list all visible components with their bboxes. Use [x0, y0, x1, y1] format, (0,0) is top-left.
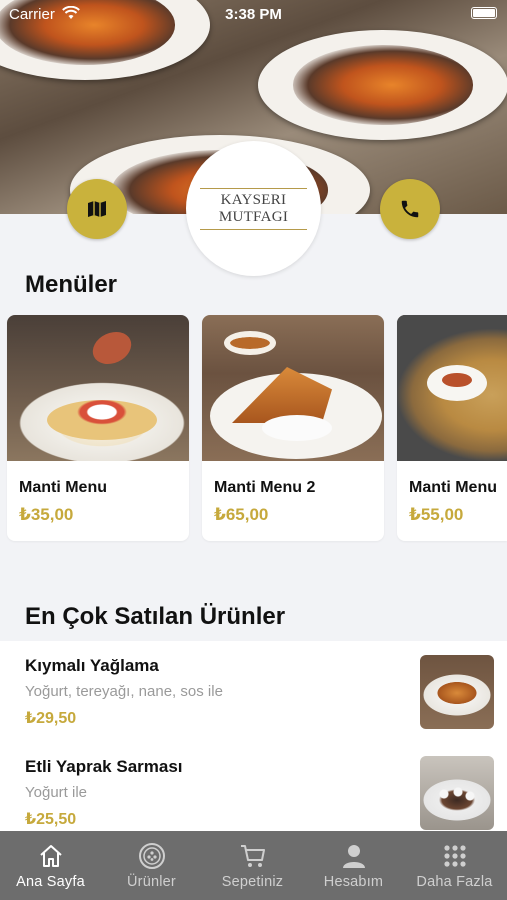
product-thumbnail	[420, 655, 494, 729]
menu-image	[397, 315, 507, 461]
logo-text: KAYSERI MUTFAGI	[218, 191, 289, 225]
more-icon	[443, 845, 466, 867]
best-sellers-title: En Çok Satılan Ürünler	[25, 603, 286, 630]
tab-cart[interactable]: Sepetiniz	[202, 831, 303, 900]
tab-products[interactable]: Ürünler	[101, 831, 202, 900]
product-name: Kıymalı Yağlama	[25, 656, 159, 675]
clock: 3:38 PM	[225, 6, 282, 23]
tab-label: Hesabım	[323, 874, 384, 890]
product-thumbnail	[420, 756, 494, 830]
product-name: Etli Yaprak Sarması	[25, 757, 183, 776]
tab-bar: Ana Sayfa Ürünler Sepetiniz Hesabım Daha…	[0, 831, 507, 900]
menu-price: ₺65,00	[214, 505, 269, 524]
restaurant-logo: KAYSERI MUTFAGI	[186, 141, 321, 276]
status-bar: Carrier 3:38 PM	[0, 0, 507, 30]
best-sellers-list: Kıymalı Yağlama Yoğurt, tereyağı, nane, …	[0, 641, 507, 831]
menu-price: ₺55,00	[409, 505, 464, 524]
tab-label: Sepetiniz	[221, 874, 284, 890]
menu-card[interactable]: Manti Menu ₺55,00	[397, 315, 507, 541]
list-item[interactable]: Kıymalı Yağlama Yoğurt, tereyağı, nane, …	[0, 641, 507, 741]
tab-home[interactable]: Ana Sayfa	[0, 831, 101, 900]
map-icon	[88, 201, 106, 217]
call-button[interactable]	[380, 179, 440, 239]
menu-name: Manti Menu	[19, 479, 107, 496]
menu-card[interactable]: Manti Menu 2 ₺65,00	[202, 315, 384, 541]
home-icon	[39, 845, 62, 867]
phone-icon	[401, 200, 419, 218]
product-price: ₺25,50	[25, 811, 77, 828]
menu-image	[7, 315, 189, 461]
battery-icon	[471, 7, 497, 19]
tab-label: Ana Sayfa	[16, 874, 85, 890]
menu-price: ₺35,00	[19, 505, 74, 524]
tab-account[interactable]: Hesabım	[303, 831, 404, 900]
tab-label: Ürünler	[127, 874, 176, 890]
map-button[interactable]	[67, 179, 127, 239]
product-description: Yoğurt, tereyağı, nane, sos ile	[25, 683, 223, 700]
product-description: Yoğurt ile	[25, 784, 87, 801]
products-icon	[138, 843, 165, 869]
menu-name: Manti Menu	[409, 479, 497, 496]
account-icon	[342, 845, 365, 868]
menu-card[interactable]: Manti Menu ₺35,00	[7, 315, 189, 541]
menu-image	[202, 315, 384, 461]
menus-section-title: Menüler	[25, 271, 118, 298]
tab-label: Daha Fazla	[416, 874, 493, 890]
menu-name: Manti Menu 2	[214, 479, 316, 496]
cart-icon	[240, 845, 265, 867]
list-item[interactable]: Etli Yaprak Sarması Yoğurt ile ₺25,50	[0, 742, 507, 842]
product-price: ₺29,50	[25, 710, 77, 727]
tab-more[interactable]: Daha Fazla	[404, 831, 505, 900]
